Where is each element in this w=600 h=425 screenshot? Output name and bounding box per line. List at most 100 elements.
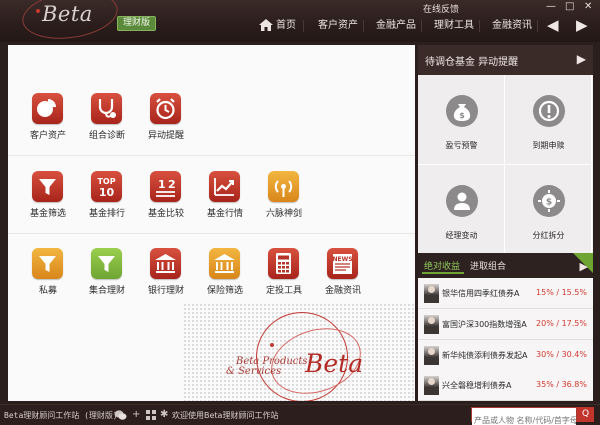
fund-row[interactable]: 新华纯债添利债券发起A 30% / 30.4% [418, 340, 593, 371]
dividend-icon: $ [533, 185, 565, 217]
title-bar: Beta 理财版 在线反馈 — □ ✕ 首页 客户资产 金融产品 理财工具 金融… [0, 0, 600, 45]
funnel-icon [32, 248, 63, 279]
tab-active-underline [422, 272, 464, 274]
maximize-button[interactable]: □ [565, 1, 574, 13]
ranking-tabs: 绝对收益 进取组合 ▶ [418, 253, 593, 275]
fund-row[interactable]: 银华信用四季红债券A 15% / 15.5% [418, 278, 593, 309]
alarm-clock-icon [150, 93, 181, 124]
fund-return: 20% / 17.5% [536, 319, 587, 328]
pie-chart-icon [32, 93, 63, 124]
manager-avatar [424, 346, 439, 365]
nav-divider [303, 20, 304, 32]
tab-absolute-return[interactable]: 绝对收益 [424, 259, 460, 272]
calculator-icon [268, 248, 299, 279]
manager-avatar [424, 315, 439, 334]
tile-collective-wealth[interactable]: 集合理财 [77, 248, 137, 304]
svg-text:10: 10 [99, 186, 115, 199]
fund-return: 30% / 30.4% [536, 350, 587, 359]
fund-name: 新华纯债添利债券发起A [442, 351, 528, 360]
tile-private-equity[interactable]: 私募 [18, 248, 78, 304]
brand-logo: Beta [305, 349, 364, 378]
funnel-icon [91, 248, 122, 279]
feedback-link[interactable]: 在线反馈 [423, 2, 459, 15]
fund-return: 35% / 36.8% [536, 380, 587, 389]
edition-badge: 理财版 [117, 16, 157, 31]
top10-icon: TOP 10 [91, 171, 122, 202]
funnel-icon [32, 171, 63, 202]
minimize-button[interactable]: — [546, 1, 556, 13]
svg-text:$: $ [546, 198, 552, 208]
tile-bank-wealth[interactable]: 银行理财 [136, 248, 196, 304]
svg-text:$: $ [459, 111, 465, 120]
settings-icon[interactable]: ✱ [160, 409, 168, 420]
fund-name: 富国沪深300指数增强A [442, 320, 527, 329]
wechat-icon[interactable] [114, 409, 127, 421]
alerts-header: 待调仓基金 异动提醒 ▶ [418, 45, 593, 75]
fund-name: 银华信用四季红债券A [442, 289, 520, 298]
alert-label: 盈亏预警 [445, 141, 478, 150]
bank-icon [150, 248, 181, 279]
tile-label: 异动提醒 [147, 131, 184, 141]
manager-avatar [424, 284, 439, 303]
manager-avatar [424, 376, 439, 395]
app-window: Beta 理财版 在线反馈 — □ ✕ 首页 客户资产 金融产品 理财工具 金融… [0, 0, 600, 425]
ranking-more-arrow-icon[interactable]: ▶ [580, 260, 588, 273]
row-divider [8, 233, 415, 234]
alerts-title[interactable]: 待调仓基金 异动提醒 [425, 53, 518, 68]
tile-six-pulse[interactable]: 六脉神剑 [254, 171, 314, 227]
tile-label: 六脉神剑 [265, 209, 302, 219]
nav-divider [363, 20, 364, 32]
back-arrow-icon[interactable]: ◀ [547, 17, 559, 33]
nav-financial-products[interactable]: 金融产品 [376, 16, 416, 36]
product-search-input[interactable] [472, 414, 576, 425]
tile-investment-tool[interactable]: 定投工具 [254, 248, 314, 304]
brand-tagline-line2: & Services [226, 366, 282, 377]
nav-finance-tools[interactable]: 理财工具 [434, 16, 474, 36]
nav-client-assets[interactable]: 客户资产 [318, 16, 358, 36]
tile-fund-compare[interactable]: 12 基金比较 [136, 171, 196, 227]
nav-divider [537, 20, 538, 32]
logo-dot [36, 9, 40, 13]
grid-icon[interactable] [146, 410, 156, 420]
tile-change-alert[interactable]: 异动提醒 [136, 93, 196, 149]
fund-return: 15% / 15.5% [536, 288, 587, 297]
alert-maturity-redemption[interactable]: 到期申赎 [505, 75, 592, 165]
home-icon[interactable] [258, 17, 274, 33]
alert-profit-loss-warning[interactable]: $ 盈亏预警 [418, 75, 505, 165]
search-icon[interactable]: Q [577, 407, 594, 422]
plus-icon[interactable]: + [132, 409, 140, 420]
app-logo[interactable]: Beta [42, 2, 93, 26]
fund-row[interactable]: 兴全磐稳增利债券A 35% / 36.8% [418, 370, 593, 401]
alert-dividend-split[interactable]: $ 分红拆分 [505, 165, 592, 255]
trend-chart-icon [209, 171, 240, 202]
fund-row[interactable]: 富国沪深300指数增强A 20% / 17.5% [418, 309, 593, 340]
compare-icon: 12 [150, 171, 181, 202]
tile-fund-market[interactable]: 基金行情 [195, 171, 255, 227]
tile-fund-filter[interactable]: 基金筛选 [18, 171, 78, 227]
svg-text:NEWS: NEWS [332, 256, 352, 263]
tab-aggressive-portfolio[interactable]: 进取组合 [470, 259, 506, 272]
tile-financial-news[interactable]: NEWS 金融资讯 [313, 248, 373, 304]
tile-fund-ranking[interactable]: TOP 10 基金排行 [77, 171, 137, 227]
close-button[interactable]: ✕ [584, 1, 592, 13]
nav-home[interactable]: 首页 [276, 16, 296, 36]
status-bar: Beta理财顾问工作站 (理财版) + ✱ 欢迎使用Beta理财顾问工作站 Q [0, 404, 600, 425]
row-divider [8, 155, 415, 156]
tile-client-assets[interactable]: 客户资产 [18, 93, 78, 149]
search-box [471, 407, 577, 425]
nav-financial-news[interactable]: 金融资讯 [492, 16, 532, 36]
alert-label: 到期申赎 [532, 141, 565, 150]
stethoscope-icon [91, 93, 122, 124]
alerts-panel: 待调仓基金 异动提醒 ▶ $ 盈亏预警 到期申赎 经理变动 $ 分红拆分 [418, 45, 593, 255]
tile-label: 金融资讯 [324, 286, 361, 296]
forward-arrow-icon[interactable]: ▶ [576, 17, 588, 33]
svg-text:2: 2 [168, 178, 176, 191]
news-icon: NEWS [327, 248, 358, 279]
alert-manager-change[interactable]: 经理变动 [418, 165, 505, 255]
signal-icon [268, 171, 299, 202]
manager-icon [446, 185, 478, 217]
tile-portfolio-diagnosis[interactable]: 组合诊断 [77, 93, 137, 149]
alerts-more-arrow-icon[interactable]: ▶ [577, 52, 586, 66]
tile-insurance-filter[interactable]: 保险筛选 [195, 248, 255, 304]
welcome-message: 欢迎使用Beta理财顾问工作站 [172, 411, 279, 420]
